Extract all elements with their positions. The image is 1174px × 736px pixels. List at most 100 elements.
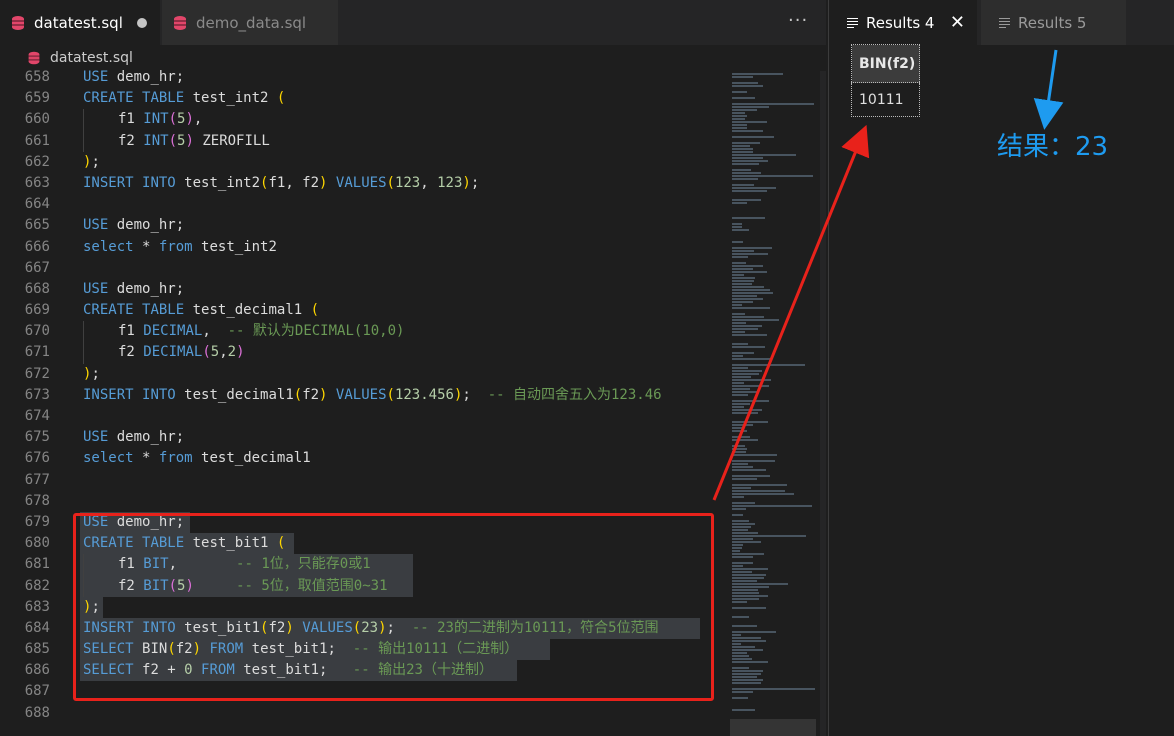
minimap-line [732,76,753,78]
minimap-line [732,670,763,672]
minimap-line [732,475,770,477]
results-grid[interactable]: BIN(f2) 10111 [851,44,920,117]
minimap-line [732,562,753,564]
close-icon[interactable]: ✕ [950,12,965,33]
minimap-line [732,298,763,300]
minimap-line [732,676,757,678]
column-header[interactable]: BIN(f2) [851,44,920,83]
code-line: 659 CREATE TABLE test_int2 ( [0,88,720,109]
breadcrumb-file: datatest.sql [50,50,133,66]
minimap-line [732,325,762,327]
tab-label: datatest.sql [34,13,123,32]
minimap-line [732,616,749,618]
minimap-line [732,679,763,681]
tab-datatest-sql[interactable]: datatest.sql [0,0,160,45]
line-number: 666 [24,238,50,255]
code-line: 688 [0,703,720,724]
minimap-line [732,406,744,408]
minimap-line [732,454,777,456]
line-number: 662 [24,153,50,170]
line-number: 661 [24,132,50,149]
minimap-line [732,421,768,423]
minimap-line [732,601,747,603]
minimap-line [732,328,758,330]
results-pane: Results 4 ✕ Results 5 BIN(f2) 10111 结果：2… [828,0,1174,736]
minimap-line [732,469,766,471]
minimap-line [732,169,751,171]
minimap-line [732,136,774,138]
editor-tab-bar: datatest.sql demo_data.sql ··· [0,0,826,45]
tab-results-5[interactable]: Results 5 [981,0,1126,45]
minimap-line [732,379,771,381]
minimap-line [732,283,752,285]
line-number: 660 [24,111,50,128]
minimap-line [732,505,812,507]
minimap-line [732,271,767,273]
line-number: 685 [24,641,50,658]
minimap-line [732,634,741,636]
minimap-line [732,265,763,267]
minimap-line [732,247,772,249]
minimap-line [732,286,764,288]
result-annotation: 结果：23 [997,132,1109,162]
table-row[interactable]: 10111 [852,83,920,117]
minimap-line [732,262,746,264]
minimap-line [732,547,742,549]
results-tab-bar: Results 4 ✕ Results 5 [829,0,1174,45]
minimap-line [732,394,748,396]
minimap-line [732,541,761,543]
minimap-line [732,682,761,684]
minimap-line [732,358,770,360]
minimap-line [732,274,744,276]
database-icon [28,51,40,65]
minimap-line [732,85,763,87]
line-number: 676 [24,450,50,467]
minimap-line [732,490,785,492]
tab-results-4[interactable]: Results 4 ✕ [829,0,977,45]
line-number: 677 [24,471,50,488]
list-icon [999,17,1010,28]
code-line: 671 f2 DECIMAL(5,2) [0,342,720,364]
minimap-line [732,106,769,108]
table-cell[interactable]: 10111 [852,83,920,117]
minimap-line [732,409,762,411]
minimap-line [732,268,753,270]
minimap-line [732,589,758,591]
line-number: 679 [24,513,50,530]
minimap-line [732,130,763,132]
more-actions-icon[interactable]: ··· [788,10,808,31]
minimap-line [732,391,759,393]
minimap-line [732,163,759,165]
tab-demo-data-sql[interactable]: demo_data.sql [162,0,338,45]
unsaved-dot-icon[interactable] [136,17,147,28]
minimap-line [732,565,743,567]
vertical-scrollbar[interactable] [820,71,826,736]
minimap-line [732,202,747,204]
minimap-line [732,121,767,123]
minimap-line [732,529,748,531]
line-number: 674 [24,408,50,424]
minimap-line [732,553,764,555]
minimap[interactable] [728,71,820,736]
code-line: 663 INSERT INTO test_int2(f1, f2) VALUES(… [0,173,720,194]
minimap-line [732,526,751,528]
line-number: 678 [24,492,50,509]
minimap-line [732,346,765,348]
minimap-line [732,445,745,447]
minimap-viewport[interactable] [730,719,816,736]
minimap-line [732,226,742,228]
minimap-line [732,157,763,159]
minimap-line [732,502,755,504]
red-highlight-box [73,513,714,701]
minimap-line [732,388,750,390]
minimap-line [732,709,755,711]
database-icon [174,15,186,30]
minimap-line [732,118,745,120]
line-number: 683 [24,598,50,615]
minimap-line [732,586,769,588]
minimap-line [732,316,764,318]
minimap-line [732,556,753,558]
minimap-line [732,376,751,378]
line-number: 687 [24,683,50,700]
minimap-line [732,697,748,699]
